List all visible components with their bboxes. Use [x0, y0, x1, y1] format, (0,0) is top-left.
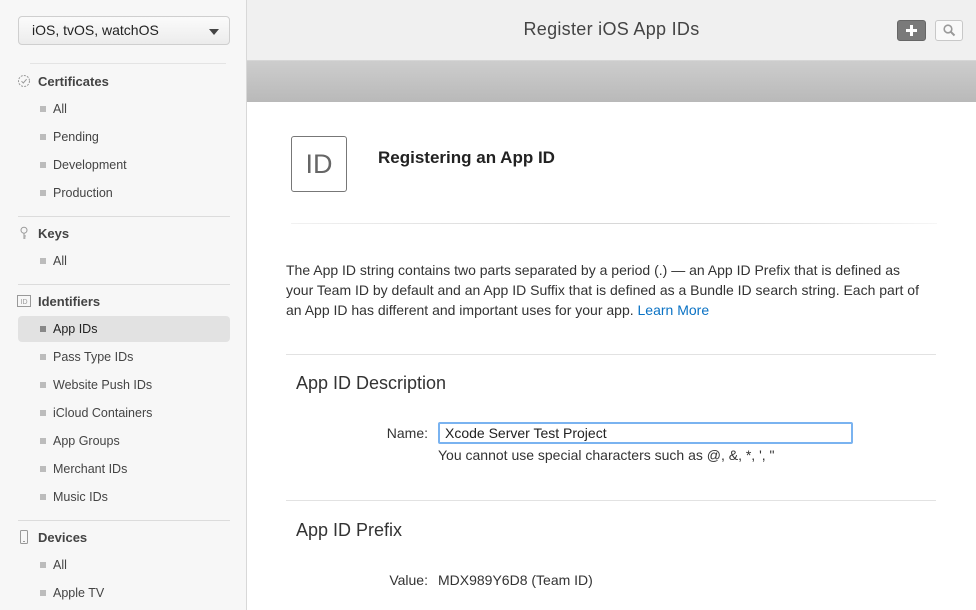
certificate-icon: [18, 75, 30, 87]
app-id-prefix-title: App ID Prefix: [296, 520, 403, 540]
bullet-icon: [40, 562, 46, 568]
platform-select[interactable]: iOS, tvOS, watchOS: [18, 16, 230, 45]
page-header: Register iOS App IDs: [247, 0, 976, 61]
add-button[interactable]: [897, 20, 926, 41]
bullet-icon: [40, 326, 46, 332]
section-divider: [286, 354, 936, 355]
sidebar-header-label: Devices: [38, 530, 88, 545]
value-label: Value:: [389, 572, 428, 588]
sidebar-item-development[interactable]: Development: [0, 151, 246, 179]
sidebar-item-label: Music IDs: [53, 490, 108, 504]
sidebar-item-keys-all[interactable]: All: [0, 247, 246, 275]
sidebar-item-label: All: [53, 102, 67, 116]
sidebar-section-certificates: Certificates All Pending Development Pro…: [0, 67, 246, 207]
bullet-icon: [40, 162, 46, 168]
search-icon: [943, 24, 956, 37]
name-label: Name:: [386, 425, 428, 441]
sidebar-item-label: Website Push IDs: [53, 378, 153, 392]
toolbar-strip: [247, 61, 976, 103]
sidebar-section-devices: Devices All Apple TV: [0, 523, 246, 607]
chevron-down-icon: [209, 29, 219, 35]
app-id-badge: ID: [291, 136, 347, 192]
sidebar-divider: [30, 63, 226, 64]
sidebar-item-production[interactable]: Production: [0, 179, 246, 207]
sidebar-item-apple-tv[interactable]: Apple TV: [0, 579, 246, 607]
page-title: Register iOS App IDs: [523, 19, 700, 39]
sidebar-header-label: Identifiers: [38, 294, 101, 309]
app-id-description-title: App ID Description: [296, 373, 447, 393]
bullet-icon: [40, 190, 46, 196]
sidebar-item-pass-type-ids[interactable]: Pass Type IDs: [0, 343, 246, 371]
sidebar-item-label: Merchant IDs: [53, 462, 128, 476]
prefix-value: MDX989Y6D8 (Team ID): [438, 572, 593, 588]
sidebar-item-app-groups[interactable]: App Groups: [0, 427, 246, 455]
sidebar-item-certificates-all[interactable]: All: [0, 95, 246, 123]
sidebar-item-label: Production: [53, 186, 113, 200]
id-icon: ID: [17, 295, 31, 307]
platform-select-label: iOS, tvOS, watchOS: [32, 22, 159, 38]
sidebar-item-label: Pass Type IDs: [53, 350, 134, 364]
plus-icon: [906, 25, 917, 36]
sidebar-item-app-ids[interactable]: App IDs: [0, 315, 246, 343]
sidebar-item-merchant-ids[interactable]: Merchant IDs: [0, 455, 246, 483]
bullet-icon: [40, 258, 46, 264]
sidebar-divider: [18, 284, 230, 285]
sidebar-item-label: Development: [53, 158, 127, 172]
selection-highlight: [18, 316, 230, 342]
bullet-icon: [40, 590, 46, 596]
section-divider: [286, 500, 936, 501]
sidebar-section-identifiers: ID Identifiers App IDs Pass Type IDs Web…: [0, 287, 246, 511]
sidebar-item-pending[interactable]: Pending: [0, 123, 246, 151]
device-icon: [20, 530, 28, 544]
learn-more-link[interactable]: Learn More: [638, 302, 710, 318]
sidebar-section-keys: Keys All: [0, 219, 246, 275]
sidebar-header-label: Certificates: [38, 74, 109, 89]
sidebar-item-music-ids[interactable]: Music IDs: [0, 483, 246, 511]
sidebar-header-keys[interactable]: Keys: [0, 219, 246, 247]
sidebar-divider: [18, 216, 230, 217]
sidebar-item-label: iCloud Containers: [53, 406, 153, 420]
bullet-icon: [40, 466, 46, 472]
sidebar-item-label: All: [53, 254, 67, 268]
bullet-icon: [40, 134, 46, 140]
sidebar-divider: [18, 520, 230, 521]
sidebar-item-icloud-containers[interactable]: iCloud Containers: [0, 399, 246, 427]
sidebar-header-identifiers[interactable]: ID Identifiers: [0, 287, 246, 315]
sidebar-header-certificates[interactable]: Certificates: [0, 67, 246, 95]
sidebar: iOS, tvOS, watchOS Certificates All Pend…: [0, 0, 247, 610]
sidebar-item-label: Apple TV: [53, 586, 105, 600]
main-content: ID Registering an App ID The App ID stri…: [247, 102, 976, 610]
bullet-icon: [40, 494, 46, 500]
bullet-icon: [40, 438, 46, 444]
key-icon: [20, 226, 28, 239]
sidebar-header-label: Keys: [38, 226, 70, 241]
sidebar-item-label: All: [53, 558, 67, 572]
heading-divider: [291, 223, 937, 224]
bullet-icon: [40, 410, 46, 416]
intro-text: The App ID string contains two parts sep…: [286, 262, 919, 318]
sidebar-item-devices-all[interactable]: All: [0, 551, 246, 579]
bullet-icon: [40, 106, 46, 112]
svg-text:ID: ID: [21, 299, 28, 306]
search-button[interactable]: [935, 20, 963, 41]
intro-paragraph: The App ID string contains two parts sep…: [286, 260, 926, 320]
sidebar-item-label: App Groups: [53, 434, 120, 448]
bullet-icon: [40, 354, 46, 360]
bullet-icon: [40, 382, 46, 388]
name-hint: You cannot use special characters such a…: [438, 447, 775, 463]
sidebar-item-label: App IDs: [53, 322, 98, 336]
section-heading: Registering an App ID: [378, 148, 555, 167]
sidebar-item-website-push-ids[interactable]: Website Push IDs: [0, 371, 246, 399]
sidebar-item-label: Pending: [53, 130, 99, 144]
name-input[interactable]: [438, 422, 853, 444]
sidebar-header-devices[interactable]: Devices: [0, 523, 246, 551]
